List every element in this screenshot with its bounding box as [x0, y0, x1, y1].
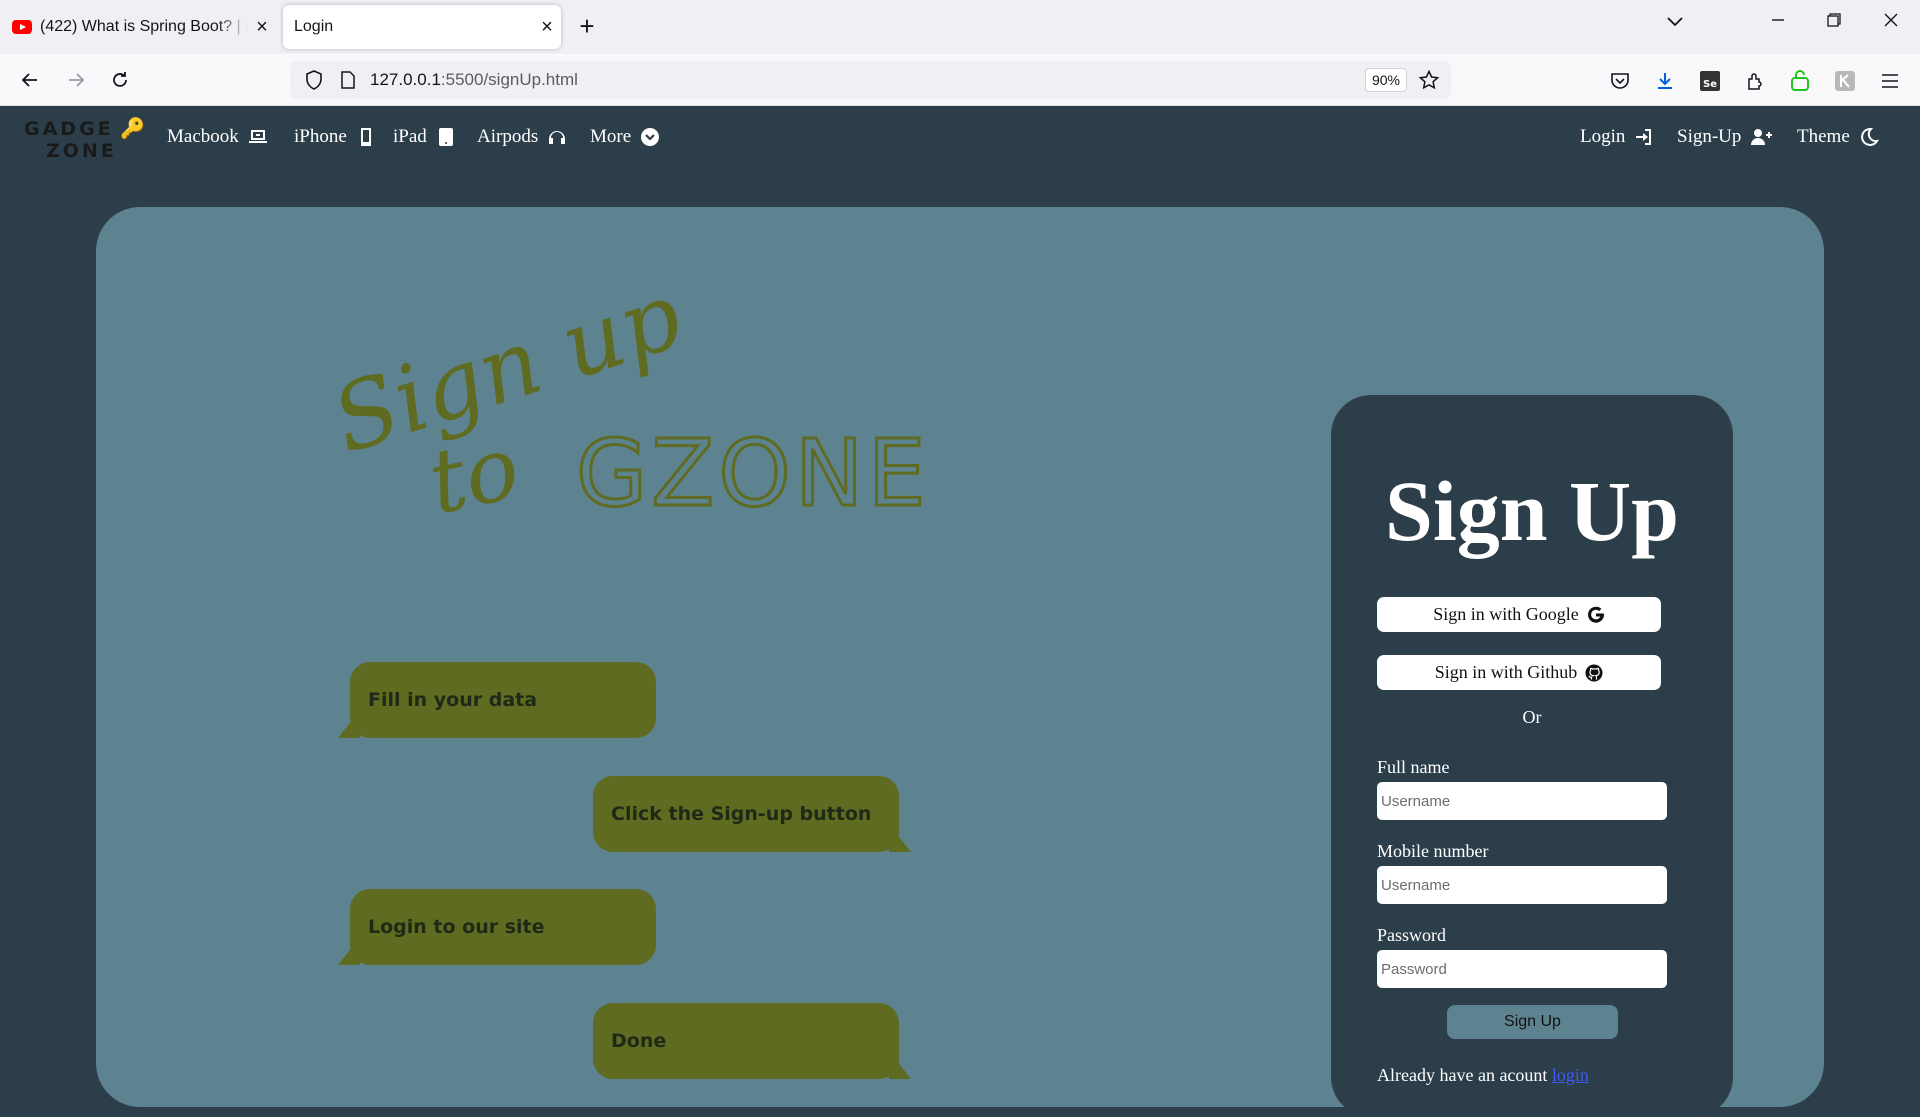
headphones-icon — [549, 131, 566, 144]
page: GADGE ZONE 🔑 Macbook iPhone iPad Airpods… — [0, 106, 1920, 1117]
google-icon — [1587, 606, 1604, 623]
nav-theme-label: Theme — [1797, 126, 1850, 147]
nav-login[interactable]: Login — [1580, 126, 1654, 148]
url-text[interactable]: 127.0.0.1:5500/signUp.html — [370, 70, 1365, 90]
password-field[interactable] — [1377, 950, 1667, 988]
svg-text:Se: Se — [1703, 79, 1717, 90]
step-bubble: Fill in your data — [338, 662, 656, 738]
google-signin-button[interactable]: Sign in with Google — [1377, 597, 1661, 632]
extensions-icon[interactable] — [1742, 68, 1768, 94]
hero-script-line2: to — [420, 415, 528, 534]
url-host: 127.0.0.1 — [370, 70, 441, 89]
tab-login[interactable]: Login × — [283, 5, 561, 49]
close-window-icon[interactable] — [1871, 10, 1911, 33]
url-bar[interactable]: 127.0.0.1:5500/signUp.html 90% — [290, 61, 1451, 99]
step-text: Done — [611, 1030, 667, 1052]
github-signin-label: Sign in with Github — [1434, 662, 1578, 682]
green-extension-icon[interactable] — [1787, 68, 1813, 94]
fullname-field[interactable] — [1377, 782, 1667, 820]
logo-line1: GADGE — [24, 118, 114, 140]
github-icon — [1585, 664, 1603, 681]
step-bubble: Click the Sign-up button — [593, 776, 911, 852]
google-signin-label: Sign in with Google — [1433, 604, 1579, 624]
list-all-tabs-icon[interactable] — [1655, 10, 1695, 33]
signup-card: Sign up to GZONE Fill in your data Click… — [96, 207, 1824, 1117]
tab-youtube[interactable]: (422) What is Spring Boot? | Intr × — [0, 5, 276, 49]
step-text: Fill in your data — [368, 689, 538, 711]
login-link[interactable]: login — [1552, 1065, 1589, 1085]
already-account-label: Already have an acount — [1377, 1065, 1548, 1085]
site-logo[interactable]: GADGE ZONE 🔑 — [24, 114, 145, 162]
nav-iphone-label: iPhone — [294, 126, 347, 147]
youtube-icon — [12, 20, 32, 34]
phone-icon — [360, 128, 371, 146]
mobile-field[interactable] — [1377, 866, 1667, 904]
browser-toolbar: 127.0.0.1:5500/signUp.html 90% Se — [0, 54, 1920, 106]
minimize-icon[interactable] — [1758, 10, 1798, 33]
mobile-label: Mobile number — [1377, 841, 1489, 861]
nav-more[interactable]: More — [590, 126, 660, 148]
download-icon[interactable] — [1652, 68, 1678, 94]
reload-icon[interactable] — [104, 64, 136, 96]
shield-icon[interactable] — [300, 70, 328, 90]
laptop-icon — [248, 130, 267, 143]
nav-login-label: Login — [1580, 126, 1626, 147]
form-title: Sign Up — [1385, 463, 1679, 559]
signup-form: Sign Up Sign in with Google Sign in with… — [1331, 395, 1733, 1117]
tab-title: (422) What is Spring Boot? | Intr — [40, 18, 248, 35]
nav-ipad[interactable]: iPad — [393, 126, 456, 148]
forward-icon[interactable] — [60, 64, 92, 96]
step-bubble: Done — [593, 1003, 911, 1079]
page-icon[interactable] — [336, 71, 360, 89]
password-label: Password — [1377, 925, 1447, 945]
zoom-level[interactable]: 90% — [1364, 68, 1407, 92]
signup-submit-button[interactable]: Sign Up — [1447, 1005, 1618, 1039]
nav-macbook-label: Macbook — [167, 126, 239, 147]
step-text: Click the Sign-up button — [611, 803, 872, 825]
key-icon: 🔑 — [120, 118, 145, 140]
nav-signup-label: Sign-Up — [1677, 126, 1742, 147]
site-navbar: GADGE ZONE 🔑 Macbook iPhone iPad Airpods… — [0, 106, 1920, 172]
nav-more-label: More — [590, 126, 632, 147]
url-path: :5500/signUp.html — [440, 70, 578, 89]
github-signin-button[interactable]: Sign in with Github — [1377, 655, 1661, 690]
hero-heading: Sign up to GZONE — [320, 262, 1036, 534]
nav-macbook[interactable]: Macbook — [167, 126, 268, 148]
login-icon — [1636, 129, 1652, 145]
hero-brand: GZONE — [576, 420, 930, 527]
nav-theme[interactable]: Theme — [1797, 126, 1879, 148]
restore-icon[interactable] — [1814, 10, 1854, 33]
bookmark-star-icon[interactable] — [1417, 70, 1441, 90]
already-account-text: Already have an acount login — [1377, 1065, 1589, 1086]
browser-tab-bar: (422) What is Spring Boot? | Intr × Logi… — [0, 0, 1920, 54]
back-icon[interactable] — [14, 64, 46, 96]
step-bubble: Login to our site — [338, 889, 656, 965]
new-tab-button[interactable]: + — [572, 12, 602, 42]
tab-title: Login — [294, 18, 334, 35]
close-tab-icon[interactable]: × — [533, 16, 561, 39]
menu-icon[interactable] — [1877, 68, 1903, 94]
nav-airpods-label: Airpods — [477, 126, 539, 147]
moon-icon — [1860, 127, 1879, 146]
pocket-icon[interactable] — [1607, 68, 1633, 94]
step-text: Login to our site — [368, 916, 545, 938]
nav-iphone[interactable]: iPhone — [294, 126, 376, 148]
or-divider: Or — [1522, 707, 1542, 727]
close-tab-icon[interactable]: × — [248, 16, 276, 39]
tablet-icon — [438, 128, 453, 146]
nav-ipad-label: iPad — [393, 126, 427, 147]
nav-airpods[interactable]: Airpods — [477, 126, 567, 148]
user-plus-icon — [1751, 129, 1773, 145]
selenium-icon[interactable]: Se — [1697, 68, 1723, 94]
grey-extension-icon[interactable] — [1832, 68, 1858, 94]
chevron-circle-icon — [641, 128, 660, 146]
logo-line2: ZONE — [46, 140, 117, 162]
nav-signup[interactable]: Sign-Up — [1677, 126, 1773, 148]
fullname-label: Full name — [1377, 757, 1450, 777]
